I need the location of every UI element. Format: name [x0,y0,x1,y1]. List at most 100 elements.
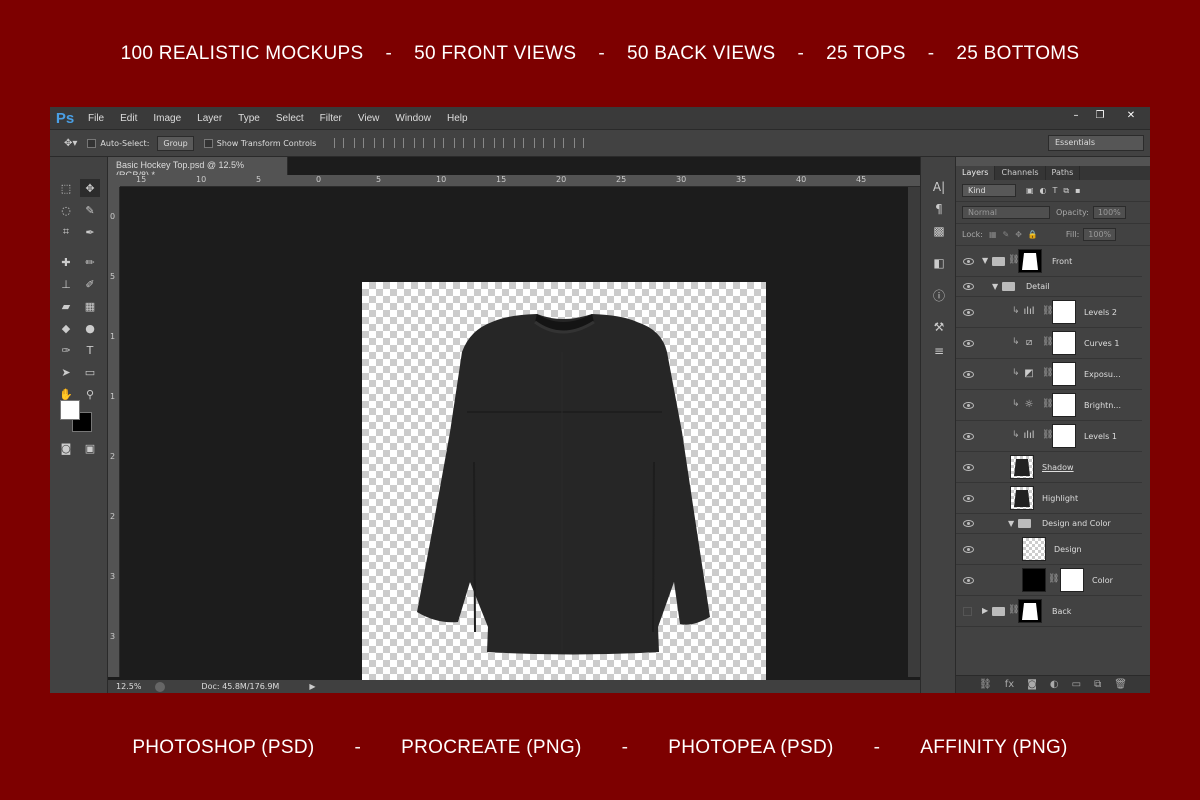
collapse-triangle-icon[interactable]: ▶ [982,606,988,615]
align-icon[interactable] [374,138,385,148]
align-icon[interactable] [394,138,405,148]
zoom-tool-icon[interactable]: ⚲ [80,385,100,403]
workspace-dropdown[interactable]: Essentials [1048,135,1144,151]
align-icon[interactable] [434,138,445,148]
blend-mode-dropdown[interactable]: Normal [962,206,1050,219]
dodge-tool-icon[interactable]: ● [80,319,100,337]
layer-mask-thumbnail[interactable] [1018,249,1042,273]
opacity-input[interactable]: 100% [1092,206,1126,219]
menu-select[interactable]: Select [268,113,312,124]
layer-front[interactable]: ▼ ⛓ Front [956,246,1142,277]
layer-mask-thumbnail[interactable] [1018,599,1042,623]
menu-type[interactable]: Type [230,113,268,124]
layer-mask-thumbnail[interactable] [1052,362,1076,386]
kind-filter-dropdown[interactable]: Kind [962,184,1016,197]
layer-mask-thumbnail[interactable] [1052,424,1076,448]
menu-image[interactable]: Image [145,113,189,124]
history-brush-icon[interactable]: ✐ [80,275,100,293]
auto-align-icon[interactable] [574,138,585,148]
visibility-eye-icon[interactable] [963,520,974,527]
visibility-eye-icon[interactable] [963,371,974,378]
brush-tool-icon[interactable]: ✏ [80,253,100,271]
layer-levels-1[interactable]: ↳ ılıl ⛓ Levels 1 [956,421,1142,452]
crop-tool-icon[interactable]: ⌗ [56,223,76,241]
distribute-icon[interactable] [514,138,525,148]
layer-color[interactable]: ⛓ Color [956,565,1142,596]
visibility-eye-icon[interactable] [963,546,974,553]
layer-detail[interactable]: ▼ Detail [956,277,1142,297]
visibility-eye-icon[interactable] [963,577,974,584]
visibility-eye-icon[interactable] [963,495,974,502]
path-select-icon[interactable]: ➤ [56,363,76,381]
lasso-tool-icon[interactable]: ◌ [56,201,76,219]
zoom-level[interactable]: 12.5% [116,682,141,691]
swatches-panel-icon[interactable]: ▩ [929,221,949,241]
blur-tool-icon[interactable]: ◆ [56,319,76,337]
menu-help[interactable]: Help [439,113,476,124]
pen-tool-icon[interactable]: ✑ [56,341,76,359]
marquee-tool-icon[interactable]: ⬚ [56,179,76,197]
menu-view[interactable]: View [350,113,388,124]
align-icon[interactable] [334,138,345,148]
distribute-icon[interactable] [474,138,485,148]
info-panel-icon[interactable]: ⓘ [929,285,949,305]
type-tool-icon[interactable]: T [80,341,100,359]
layer-brightness[interactable]: ↳ ☼ ⛓ Brightn... [956,390,1142,421]
layer-back[interactable]: ▶ ⛓ Back [956,596,1142,627]
shape-tool-icon[interactable]: ▭ [80,363,100,381]
move-tool-icon[interactable]: ✥▾ [64,138,77,149]
foreground-color-swatch[interactable] [60,400,80,420]
visibility-eye-icon[interactable] [963,283,974,290]
character-panel-icon[interactable]: A| [929,177,949,197]
stamp-tool-icon[interactable]: ⊥ [56,275,76,293]
layer-design-and-color[interactable]: ▼ Design and Color [956,514,1142,534]
menu-edit[interactable]: Edit [112,113,145,124]
fx-icon[interactable]: fx [1005,679,1014,690]
auto-select-checkbox[interactable] [87,138,97,148]
quick-select-tool-icon[interactable]: ✎ [80,201,100,219]
layer-thumbnail[interactable] [1022,537,1046,561]
layer-curves-1[interactable]: ↳ ⧄ ⛓ Curves 1 [956,328,1142,359]
layer-exposure[interactable]: ↳ ◩ ⛓ Exposu... [956,359,1142,390]
document-canvas[interactable] [362,282,766,685]
show-transform-checkbox[interactable] [203,138,213,148]
new-group-icon[interactable]: ▭ [1072,679,1081,690]
info-icon[interactable] [155,681,166,692]
new-layer-icon[interactable]: ⧉ [1094,679,1101,690]
align-icon[interactable] [354,138,365,148]
expand-triangle-icon[interactable]: ▼ [982,256,988,265]
auto-select-dropdown[interactable]: Group [157,135,194,151]
layer-shadow[interactable]: Shadow [956,452,1142,483]
layer-mask-thumbnail[interactable] [1052,393,1076,417]
paragraph-panel-icon[interactable]: ¶ [929,199,949,219]
move-tool-icon[interactable]: ✥ [80,179,100,197]
distribute-icon[interactable] [554,138,565,148]
document-tab[interactable]: Basic Hockey Top.psd @ 12.5% (RGB/8) * [108,157,288,180]
layer-design[interactable]: Design [956,534,1142,565]
visibility-eye-icon[interactable] [963,402,974,409]
adjustment-layer-icon[interactable]: ◐ [1050,679,1059,690]
distribute-icon[interactable] [494,138,505,148]
visibility-eye-icon[interactable] [963,340,974,347]
menu-filter[interactable]: Filter [312,113,350,124]
eraser-tool-icon[interactable]: ▰ [56,297,76,315]
screen-mode-icon[interactable]: ▣ [80,439,100,457]
tab-paths[interactable]: Paths [1046,166,1081,180]
restore-button[interactable]: ❐ [1088,107,1112,123]
expand-triangle-icon[interactable]: ▼ [992,282,998,291]
layer-thumbnail[interactable] [1010,486,1034,510]
healing-tool-icon[interactable]: ✚ [56,253,76,271]
eyedropper-tool-icon[interactable]: ✒ [80,223,100,241]
menu-window[interactable]: Window [387,113,439,124]
vertical-scrollbar[interactable] [908,187,920,677]
visibility-eye-icon[interactable] [963,309,974,316]
filter-icons[interactable]: ▣◐T⧉▪ [1026,186,1087,196]
layer-mask-thumbnail[interactable] [1052,300,1076,324]
distribute-icon[interactable] [454,138,465,148]
properties-panel-icon[interactable]: ≡ [929,341,949,361]
visibility-eye-icon[interactable] [963,258,974,265]
quick-mask-icon[interactable]: ◙ [56,439,76,457]
layer-mask-thumbnail[interactable] [1052,331,1076,355]
visibility-toggle-off[interactable] [963,607,972,616]
visibility-eye-icon[interactable] [963,433,974,440]
